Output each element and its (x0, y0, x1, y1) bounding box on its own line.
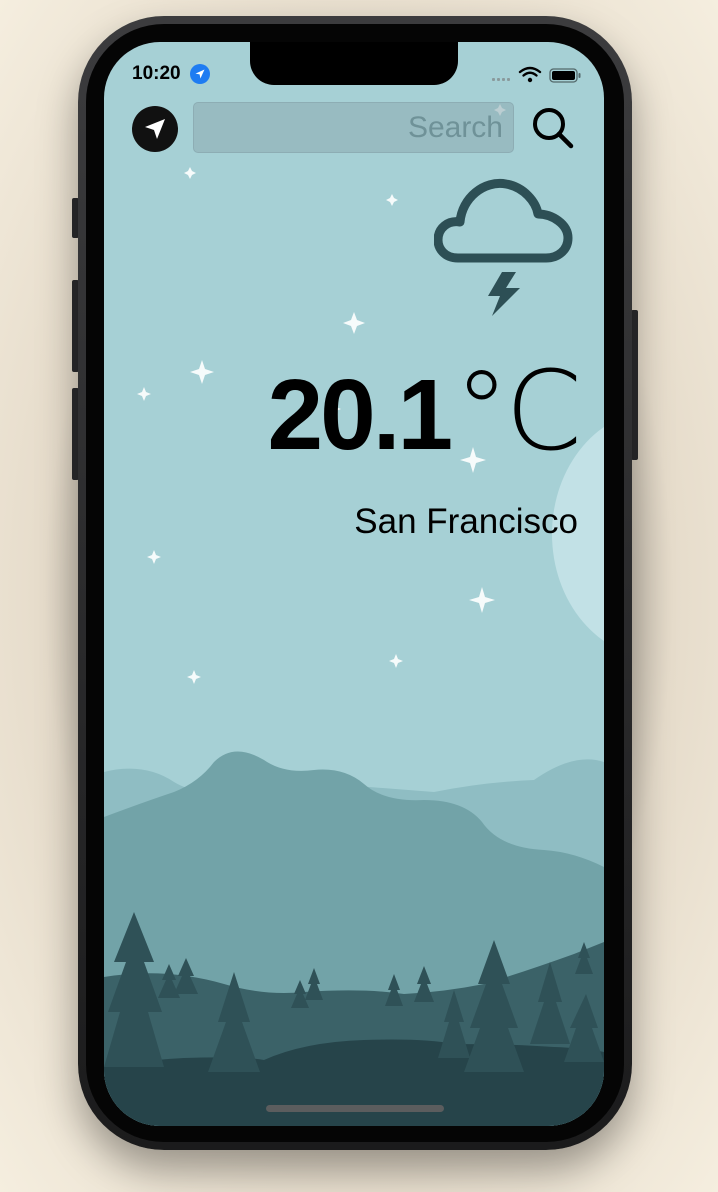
city-name: San Francisco (354, 502, 578, 541)
status-time: 10:20 (132, 63, 181, 84)
landscape-illustration (104, 751, 604, 1126)
navigation-arrow-icon (145, 119, 165, 139)
star (343, 312, 365, 334)
magnifying-glass-icon (533, 108, 574, 149)
app-screen: 10:20 Search 20.1°C San Francisco (104, 42, 604, 1126)
temperature-value: 20.1 (267, 359, 454, 471)
temperature-display: 20.1°C (104, 347, 582, 475)
current-location-button[interactable] (132, 106, 178, 152)
star (187, 670, 201, 684)
star (469, 587, 495, 613)
search-input[interactable] (193, 102, 514, 153)
star (147, 550, 161, 564)
search-button[interactable] (529, 104, 577, 152)
search-bar (104, 100, 604, 156)
star (184, 167, 196, 179)
cloud-lightning-icon (434, 178, 573, 316)
star (386, 194, 398, 206)
location-arrow-icon (190, 64, 210, 84)
wifi-icon (518, 66, 542, 77)
home-indicator[interactable] (266, 1105, 444, 1112)
status-icons (492, 66, 581, 83)
cellular-signal-icon (492, 78, 510, 81)
battery-icon (549, 68, 581, 83)
temperature-unit: °C (454, 347, 582, 475)
star (389, 654, 403, 668)
power-button (631, 310, 638, 460)
page-background: 10:20 Search 20.1°C San Francisco (0, 0, 718, 1192)
status-bar: 10:20 (104, 42, 604, 96)
